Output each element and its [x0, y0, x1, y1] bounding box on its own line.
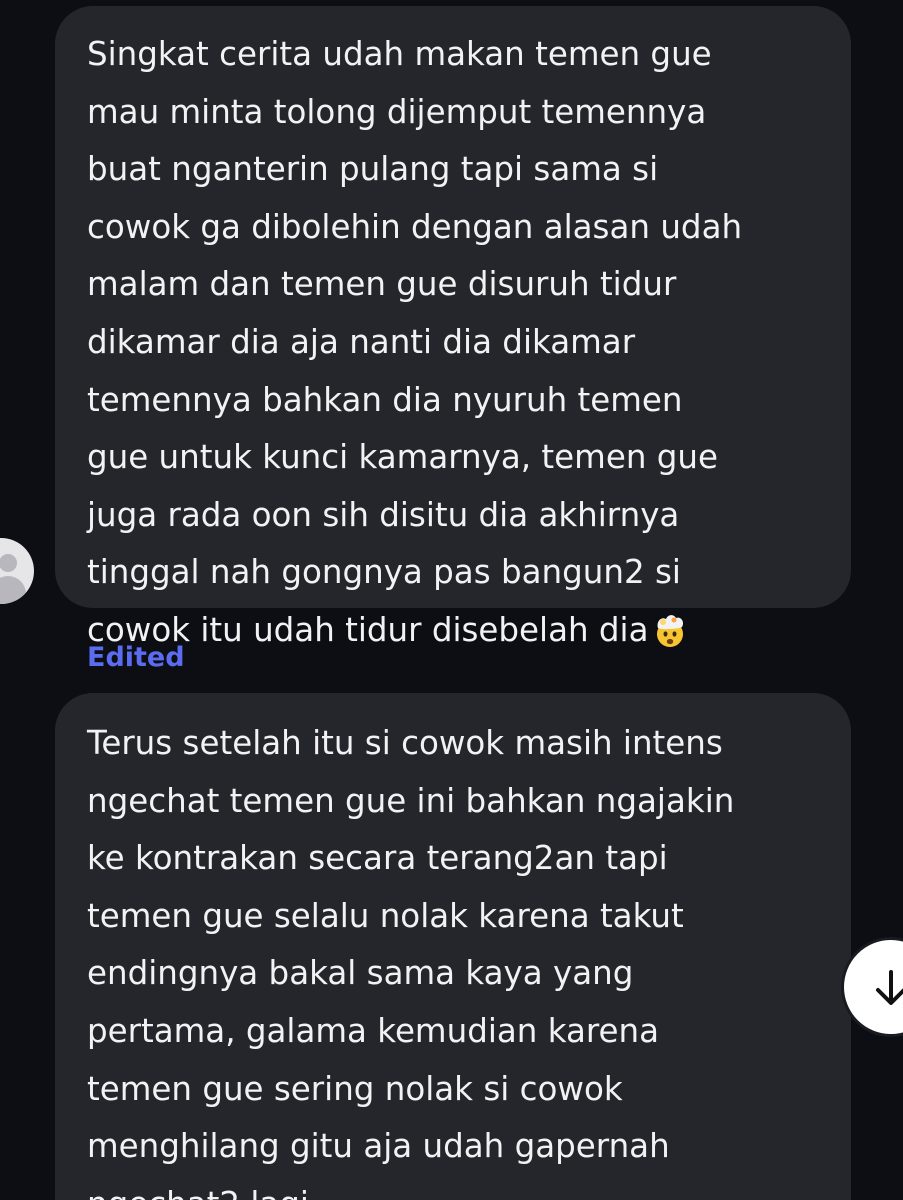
arrow-down-icon: [876, 970, 903, 1005]
message-line: pertama, galama kemudian karena: [87, 1011, 660, 1050]
message-line: temen gue selalu nolak karena takut: [87, 896, 684, 935]
message-line: buat nganterin pulang tapi sama si: [87, 150, 659, 189]
avatar-head-shape: [0, 554, 17, 572]
avatar-shoulders-shape: [0, 576, 26, 604]
edited-label: Edited: [87, 642, 185, 673]
message-line: malam dan temen gue disuruh tidur: [87, 265, 677, 304]
exploding-head-emoji: [652, 610, 688, 668]
message-bubble[interactable]: Terus setelah itu si cowok masih intens …: [55, 693, 851, 1200]
user-avatar-icon[interactable]: [0, 538, 34, 604]
message-line: Terus setelah itu si cowok masih intens: [87, 724, 723, 762]
message-line: ngechat temen gue ini bahkan ngajakin: [87, 781, 735, 820]
message-line: mau minta tolong dijemput temennya: [87, 92, 707, 131]
message-line-last: cowok itu udah tidur disebelah dia: [87, 602, 823, 668]
message-line: ngechat2 lagi: [87, 1176, 823, 1200]
message-line: temen gue sering nolak si cowok: [87, 1069, 623, 1108]
message-line: juga rada oon sih disitu dia akhirnya: [87, 495, 680, 534]
message-line: endingnya bakal sama kaya yang: [87, 954, 634, 993]
message-line: temennya bahkan dia nyuruh temen: [87, 380, 683, 419]
message-line: ke kontrakan secara terang2an tapi: [87, 839, 668, 878]
message-line: Singkat cerita udah makan temen gue: [87, 35, 712, 73]
message-line: dikamar dia aja nanti dia dikamar: [87, 322, 636, 361]
message-bubble[interactable]: Singkat cerita udah makan temen gue mau …: [55, 6, 851, 649]
message-line: cowok ga dibolehin dengan alasan udah: [87, 207, 743, 246]
message-line: tinggal nah gongnya pas bangun2 si: [87, 553, 681, 592]
message-line: menghilang gitu aja udah gapernah: [87, 1127, 670, 1166]
message-line: gue untuk kunci kamarnya, temen gue: [87, 438, 718, 477]
